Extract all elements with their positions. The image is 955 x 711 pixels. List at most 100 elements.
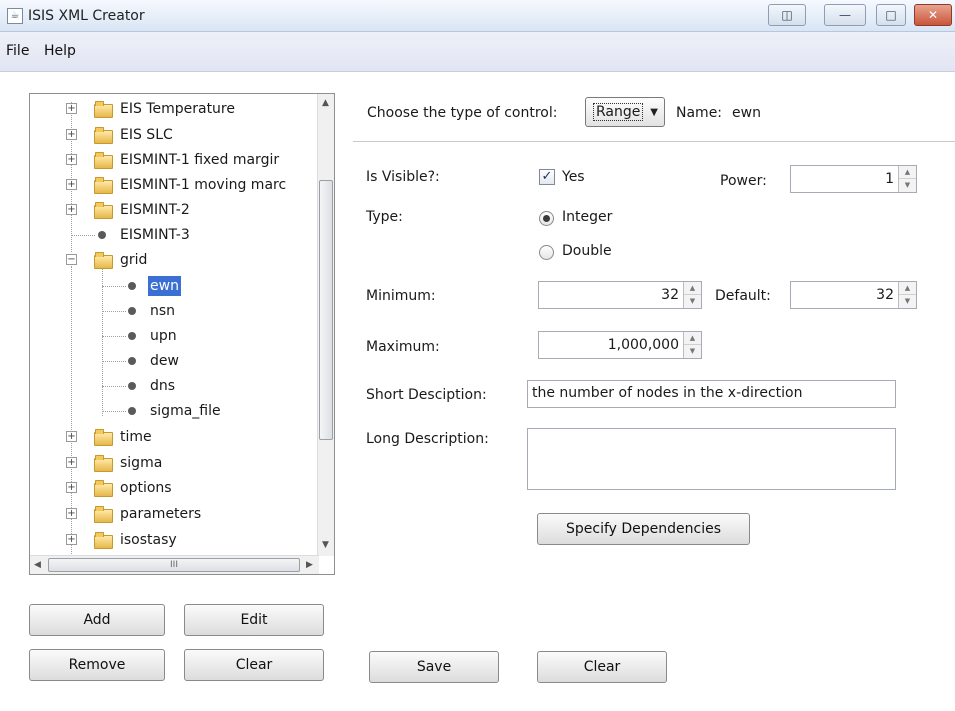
spin-up-icon[interactable]: ▲ [684,282,701,295]
power-spinner-buttons: ▲ ▼ [898,166,916,192]
scroll-up-icon[interactable]: ▲ [322,98,329,108]
control-type-value: Range [593,103,644,121]
power-value: 1 [885,171,894,187]
title-bar: ☕ ISIS XML Creator ◫ — □ ✕ [0,0,955,32]
visible-checkbox[interactable]: ✓ [539,169,555,185]
clear-form-button[interactable]: Clear [537,651,667,683]
name-label: Name: [676,105,723,121]
type-double-radio[interactable] [539,245,554,260]
chevron-down-icon: ▼ [650,107,658,118]
spin-down-icon[interactable]: ▼ [684,295,701,308]
tree-item[interactable]: + EIS Temperature [30,99,320,119]
tree-guide-line [102,311,126,312]
scroll-left-icon[interactable]: ◀ [34,560,41,570]
horizontal-scroll-thumb[interactable]: III [48,558,300,572]
power-spinner[interactable]: 1 ▲ ▼ [790,165,917,193]
tree-item-label: upn [150,328,177,344]
control-type-select[interactable]: Range ▼ [585,97,665,127]
expand-icon[interactable]: + [66,431,77,442]
edit-button[interactable]: Edit [184,604,324,636]
tree-item[interactable]: sigma_file [30,401,320,421]
tree-item-label: EISMINT-2 [120,202,190,218]
tree-guide-line [102,286,126,287]
tree-item-label: parameters [120,506,202,522]
tree-item[interactable]: dew [30,351,320,371]
spin-down-icon[interactable]: ▼ [899,179,916,192]
tree-item[interactable]: + EISMINT-1 moving marc [30,175,320,195]
tree-item[interactable]: nsn [30,301,320,321]
leaf-node-icon [128,307,136,315]
folder-icon [94,152,113,169]
tree-guide-line [71,235,95,236]
maximize-icon[interactable]: □ [876,4,906,26]
default-spinner[interactable]: 32 ▲ ▼ [790,281,917,309]
spin-down-icon[interactable]: ▼ [899,295,916,308]
scroll-down-icon[interactable]: ▼ [322,540,329,550]
tree-item[interactable]: + EIS SLC [30,125,320,145]
leaf-node-icon [128,357,136,365]
tree-item-label: dew [150,353,179,369]
expand-icon[interactable]: + [66,457,77,468]
folder-icon [94,480,113,497]
tree-item[interactable]: upn [30,326,320,346]
tree-item-label: EISMINT-1 fixed margir [120,152,280,168]
tree-item[interactable]: + isostasy [30,530,320,550]
scroll-right-icon[interactable]: ▶ [306,560,313,570]
minimum-value: 32 [661,287,679,303]
type-integer-radio[interactable] [539,211,554,226]
tree-item-label: isostasy [120,532,177,548]
tree-item[interactable]: − grid [30,250,320,270]
close-icon[interactable]: ✕ [914,4,952,26]
expand-icon[interactable]: + [66,154,77,165]
expand-icon[interactable]: + [66,534,77,545]
tree-view[interactable]: + EIS Temperature + EIS SLC + EISMINT-1 … [29,93,335,575]
expand-icon[interactable]: + [66,179,77,190]
expand-icon[interactable]: + [66,482,77,493]
leaf-node-icon [128,382,136,390]
leaf-node-icon [98,231,106,239]
tree-item[interactable]: dns [30,376,320,396]
spin-up-icon[interactable]: ▲ [684,332,701,345]
tree-item[interactable]: + sigma [30,453,320,473]
main-panel: + EIS Temperature + EIS SLC + EISMINT-1 … [8,73,955,705]
folder-icon [94,101,113,118]
short-description-field[interactable]: the number of nodes in the x-direction [527,380,896,408]
tree-item[interactable]: + parameters [30,504,320,524]
minimize-icon[interactable]: — [824,4,866,26]
menu-file[interactable]: File [6,43,29,59]
expand-icon[interactable]: + [66,129,77,140]
tree-item[interactable]: + options [30,478,320,498]
maximum-label: Maximum: [366,339,440,355]
menu-help[interactable]: Help [44,43,76,59]
restore-icon[interactable]: ◫ [768,4,806,26]
folder-icon [94,506,113,523]
tree-item[interactable]: + EISMINT-1 fixed margir [30,150,320,170]
save-button[interactable]: Save [369,651,499,683]
maximum-spinner[interactable]: 1,000,000 ▲ ▼ [538,331,702,359]
long-description-field[interactable] [527,428,896,490]
remove-button[interactable]: Remove [29,649,165,681]
tree-horizontal-scrollbar[interactable]: ◀ III ▶ [30,555,319,574]
menu-bar: File Help [0,32,955,72]
spin-down-icon[interactable]: ▼ [684,345,701,358]
vertical-scroll-thumb[interactable] [319,180,333,440]
tree-item[interactable]: EISMINT-3 [30,225,320,245]
leaf-node-icon [128,407,136,415]
clear-tree-button[interactable]: Clear [184,649,324,681]
folder-icon [94,532,113,549]
expand-icon[interactable]: + [66,204,77,215]
spin-up-icon[interactable]: ▲ [899,282,916,295]
tree-item[interactable]: ewn [30,276,320,296]
java-cup-icon: ☕ [7,8,23,24]
expand-icon[interactable]: + [66,103,77,114]
specify-dependencies-button[interactable]: Specify Dependencies [537,513,750,545]
tree-item[interactable]: + EISMINT-2 [30,200,320,220]
expand-icon[interactable]: + [66,508,77,519]
add-button[interactable]: Add [29,604,165,636]
collapse-icon[interactable]: − [66,254,77,265]
spin-up-icon[interactable]: ▲ [899,166,916,179]
tree-vertical-scrollbar[interactable]: ▲ ▼ [317,94,334,556]
minimum-spinner[interactable]: 32 ▲ ▼ [538,281,702,309]
tree-item[interactable]: + time [30,427,320,447]
tree-item-label: dns [150,378,176,394]
